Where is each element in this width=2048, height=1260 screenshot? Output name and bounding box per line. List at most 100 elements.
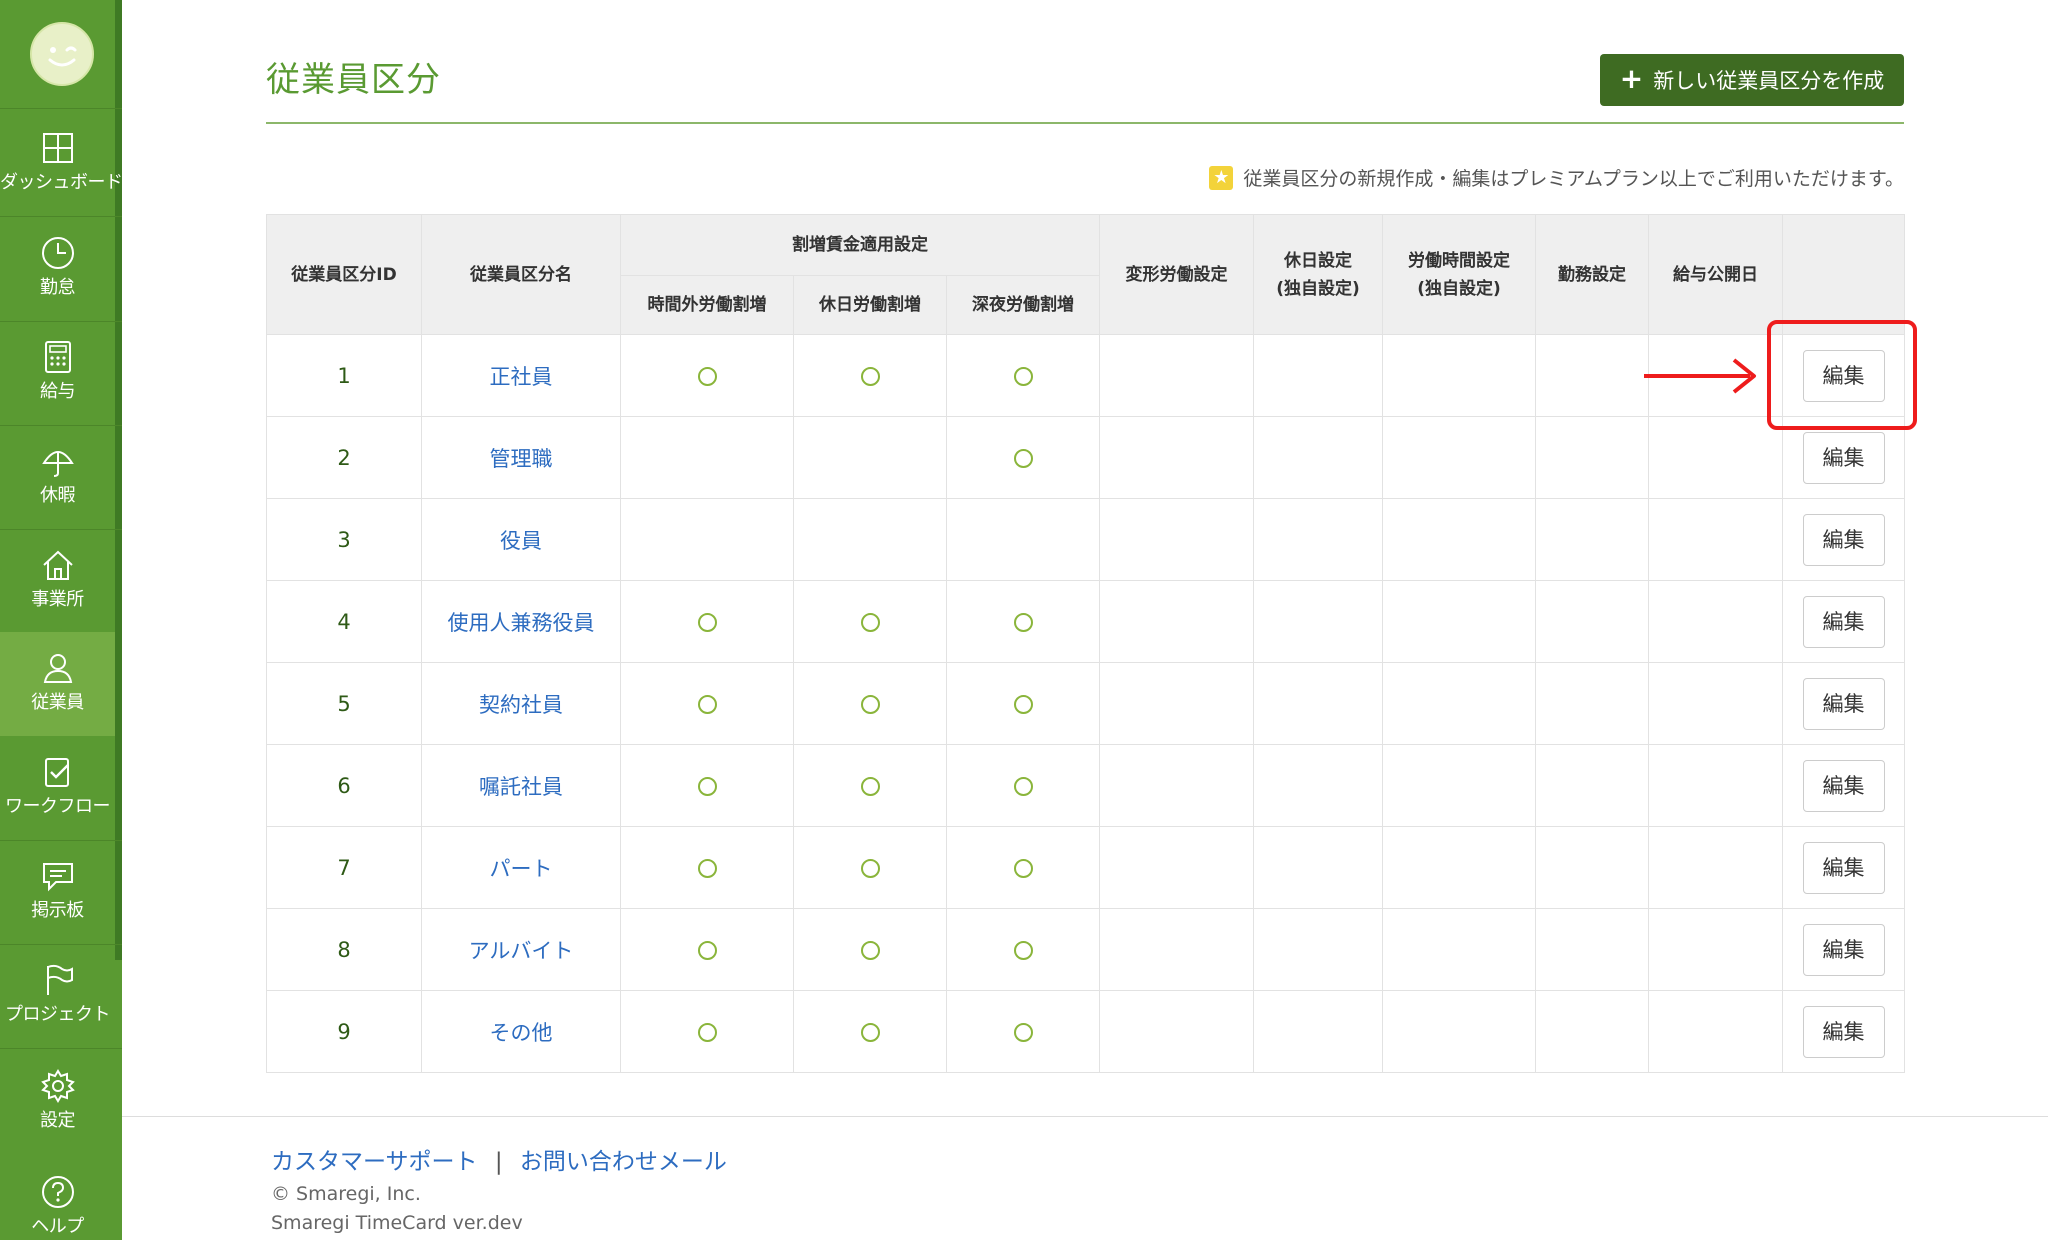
premium-notice-text: 従業員区分の新規作成・編集はプレミアムプラン以上でご利用いただけます。 — [1243, 168, 1904, 190]
category-name-link[interactable]: 契約社員 — [421, 662, 621, 745]
sidebar-item-label: 休暇 — [40, 485, 76, 506]
duty-setting-cell — [1535, 416, 1650, 499]
category-name-link[interactable]: 管理職 — [421, 416, 621, 499]
create-employee-category-button[interactable]: + 新しい従業員区分を作成 — [1600, 54, 1904, 106]
star-icon: ★ — [1209, 165, 1234, 190]
edit-button[interactable]: 編集 — [1802, 1005, 1885, 1058]
col-header-holiday-setting: 休日設定 (独自設定) — [1253, 214, 1384, 335]
category-id-cell: 5 — [266, 662, 422, 745]
edit-button[interactable]: 編集 — [1802, 677, 1885, 730]
premium-night-cell — [945, 580, 1101, 663]
col-header-worktime-setting: 労働時間設定 (独自設定) — [1382, 214, 1537, 335]
edit-button[interactable]: 編集 — [1802, 923, 1885, 976]
premium-holiday-cell — [793, 826, 947, 909]
edit-button[interactable]: 編集 — [1802, 759, 1885, 812]
variable-labor-cell — [1099, 580, 1255, 663]
edit-button[interactable]: 編集 — [1802, 595, 1885, 648]
sidebar-item-leave[interactable]: 休暇 — [0, 425, 115, 529]
holiday-setting-cell — [1253, 990, 1384, 1073]
payday-cell — [1648, 826, 1784, 909]
payday-cell — [1648, 662, 1784, 745]
category-id-cell: 9 — [266, 990, 422, 1073]
table-row: 4 使用人兼務役員 編集 — [266, 580, 1906, 663]
col-header-action — [1782, 214, 1906, 335]
category-name-link[interactable]: アルバイト — [421, 908, 621, 991]
premium-holiday-cell — [793, 908, 947, 991]
holiday-setting-cell — [1253, 662, 1384, 745]
sidebar-item-label: 勤怠 — [40, 277, 76, 298]
sidebar-item-help[interactable]: ヘルプ — [0, 1156, 115, 1260]
enabled-circle-icon — [860, 941, 880, 960]
payday-cell — [1648, 580, 1784, 663]
premium-night-cell — [945, 990, 1101, 1073]
sidebar-item-label: ワークフロー — [5, 796, 111, 817]
category-name-link[interactable]: 役員 — [421, 498, 621, 581]
edit-button[interactable]: 編集 — [1802, 431, 1885, 484]
category-id-cell: 4 — [266, 580, 422, 663]
sidebar-item-workflow[interactable]: ワークフロー — [0, 736, 115, 840]
worktime-setting-cell — [1382, 580, 1537, 663]
col-header-night-work: 深夜労働割増 — [945, 275, 1101, 335]
sidebar-item-label: 給与 — [40, 381, 76, 402]
enabled-circle-icon — [860, 613, 880, 632]
edit-button[interactable]: 編集 — [1802, 513, 1885, 566]
sidebar-item-bulletin-board[interactable]: 掲示板 — [0, 840, 115, 944]
premium-overtime-cell — [620, 416, 794, 499]
payday-cell — [1648, 744, 1784, 827]
footer-link-separator: | — [494, 1149, 503, 1175]
category-name-link[interactable]: その他 — [421, 990, 621, 1073]
edit-button[interactable]: 編集 — [1802, 841, 1885, 894]
variable-labor-cell — [1099, 334, 1255, 417]
duty-setting-cell — [1535, 334, 1650, 417]
category-name-link[interactable]: 嘱託社員 — [421, 744, 621, 827]
sidebar-item-dashboard[interactable]: ダッシュボード — [0, 112, 123, 216]
sidebar-item-project[interactable]: プロジェクト — [0, 944, 115, 1048]
duty-setting-cell — [1535, 990, 1650, 1073]
premium-holiday-cell — [793, 334, 947, 417]
enabled-circle-icon — [697, 1023, 717, 1042]
col-header-name: 従業員区分名 — [421, 214, 621, 335]
col-header-duty-setting: 勤務設定 — [1535, 214, 1650, 335]
sidebar-item-office[interactable]: 事業所 — [0, 529, 115, 633]
holiday-setting-cell — [1253, 908, 1384, 991]
holiday-setting-cell — [1253, 416, 1384, 499]
premium-notice: ★ 従業員区分の新規作成・編集はプレミアムプラン以上でご利用いただけます。 — [1209, 164, 1904, 191]
contact-mail-link[interactable]: お問い合わせメール — [520, 1149, 727, 1175]
holiday-setting-cell — [1253, 334, 1384, 417]
action-cell: 編集 — [1782, 498, 1906, 581]
holiday-setting-cell — [1253, 498, 1384, 581]
premium-night-cell — [945, 498, 1101, 581]
smiley-logo-icon[interactable] — [30, 22, 94, 86]
category-id-cell: 2 — [266, 416, 422, 499]
worktime-setting-cell — [1382, 662, 1537, 745]
table-row: 3 役員 編集 — [266, 498, 1906, 581]
variable-labor-cell — [1099, 826, 1255, 909]
sidebar-scrollbar[interactable] — [115, 0, 122, 960]
employee-category-table: 従業員区分ID 従業員区分名 割増賃金適用設定 変形労働設定 休日設定 (独自設定… — [266, 214, 1906, 1073]
payday-cell — [1648, 498, 1784, 581]
person-icon — [43, 654, 73, 683]
action-cell: 編集 — [1782, 826, 1906, 909]
premium-overtime-cell — [620, 826, 794, 909]
col-header-worktime-setting-line1: 労働時間設定 — [1408, 250, 1511, 271]
customer-support-link[interactable]: カスタマーサポート — [271, 1149, 478, 1175]
enabled-circle-icon — [860, 777, 880, 796]
sidebar-item-employees[interactable]: 従業員 — [0, 632, 115, 736]
col-header-variable-labor: 変形労働設定 — [1099, 214, 1255, 335]
worktime-setting-cell — [1382, 826, 1537, 909]
premium-night-cell — [945, 908, 1101, 991]
sidebar-item-attendance[interactable]: 勤怠 — [0, 217, 115, 321]
sidebar-item-label: 従業員 — [31, 692, 84, 713]
sidebar-item-settings[interactable]: 設定 — [0, 1050, 115, 1154]
category-name-link[interactable]: 正社員 — [421, 334, 621, 417]
gear-icon — [41, 1069, 75, 1103]
title-divider — [266, 122, 1904, 124]
flag-icon — [47, 964, 73, 995]
enabled-circle-icon — [1013, 941, 1033, 960]
worktime-setting-cell — [1382, 334, 1537, 417]
category-name-link[interactable]: パート — [421, 826, 621, 909]
enabled-circle-icon — [697, 695, 717, 714]
category-name-link[interactable]: 使用人兼務役員 — [421, 580, 621, 663]
sidebar-item-payroll[interactable]: 給与 — [0, 321, 115, 425]
col-header-worktime-setting-line2: (独自設定) — [1417, 278, 1501, 299]
